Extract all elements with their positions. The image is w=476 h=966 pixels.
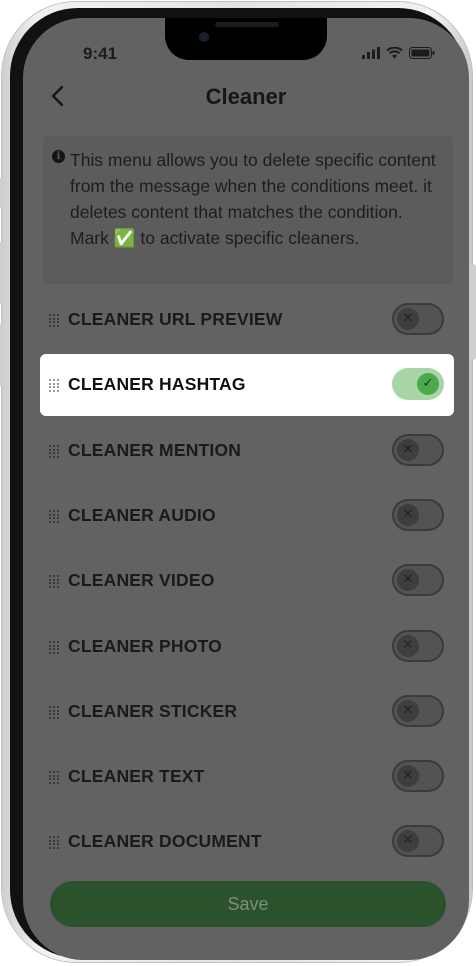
cleaner-row[interactable]: CLEANER URL PREVIEW ✕: [40, 289, 454, 351]
cleaner-toggle[interactable]: ✕: [392, 695, 444, 727]
cleaner-row[interactable]: CLEANER STICKER ✕: [40, 681, 454, 743]
drag-handle-icon[interactable]: [49, 575, 60, 588]
cellular-signal-icon: [362, 47, 380, 59]
close-icon: ✕: [397, 308, 419, 330]
cleaner-label: CLEANER URL PREVIEW: [68, 309, 283, 329]
drag-handle-icon[interactable]: [49, 379, 60, 392]
volume-up-button: [0, 242, 4, 304]
drag-handle-icon[interactable]: [49, 771, 60, 784]
cleaner-row[interactable]: CLEANER DOCUMENT ✕: [40, 811, 454, 873]
cleaner-label: CLEANER VIDEO: [68, 570, 215, 590]
close-icon: ✕: [397, 439, 419, 461]
cleaner-toggle[interactable]: ✕: [392, 825, 444, 857]
cleaner-label: CLEANER DOCUMENT: [68, 831, 262, 851]
status-icons: [362, 47, 435, 59]
cleaner-toggle[interactable]: ✓: [392, 368, 444, 400]
navigation-bar: Cleaner: [23, 76, 469, 116]
status-time: 9:41: [83, 44, 118, 63]
cleaner-toggle[interactable]: ✕: [392, 630, 444, 662]
cleaner-toggle[interactable]: ✕: [392, 303, 444, 335]
cleaner-row[interactable]: CLEANER AUDIO ✕: [40, 485, 454, 547]
close-icon: ✕: [397, 504, 419, 526]
cleaner-row[interactable]: CLEANER MENTION ✕: [40, 420, 454, 482]
phone-frame: 9:41 Cleaner i This menu allows you to d…: [0, 2, 476, 962]
cleaner-label: CLEANER TEXT: [68, 766, 205, 786]
cleaner-row[interactable]: CLEANER HASHTAG ✓: [40, 354, 454, 416]
close-icon: ✕: [397, 700, 419, 722]
cleaner-row[interactable]: CLEANER PHOTO ✕: [40, 616, 454, 678]
screen: 9:41 Cleaner i This menu allows you to d…: [23, 18, 469, 960]
page-title: Cleaner: [205, 84, 287, 109]
cleaner-toggle[interactable]: ✕: [392, 499, 444, 531]
cleaner-label: CLEANER AUDIO: [68, 505, 216, 525]
battery-icon: [409, 47, 435, 59]
drag-handle-icon[interactable]: [49, 510, 60, 523]
close-icon: ✕: [397, 635, 419, 657]
cleaner-toggle[interactable]: ✕: [392, 564, 444, 596]
volume-down-button: [0, 324, 4, 386]
drag-handle-icon[interactable]: [49, 641, 60, 654]
cleaner-row[interactable]: CLEANER VIDEO ✕: [40, 550, 454, 612]
cleaner-label: CLEANER HASHTAG: [68, 374, 246, 394]
cleaner-label: CLEANER MENTION: [68, 440, 242, 460]
cleaner-row[interactable]: CLEANER TEXT ✕: [40, 746, 454, 808]
cleaner-toggle[interactable]: ✕: [392, 434, 444, 466]
close-icon: ✕: [397, 830, 419, 852]
speaker-grille: [215, 22, 279, 27]
cleaner-toggle[interactable]: ✕: [392, 760, 444, 792]
mute-switch: [0, 178, 4, 208]
close-icon: ✕: [397, 765, 419, 787]
notch: [165, 18, 327, 60]
cleaner-label: CLEANER STICKER: [68, 701, 238, 721]
close-icon: ✕: [397, 569, 419, 591]
drag-handle-icon[interactable]: [49, 445, 60, 458]
info-icon: i: [52, 150, 65, 163]
power-button: [470, 264, 476, 360]
check-icon: ✓: [417, 373, 439, 395]
drag-handle-icon[interactable]: [49, 706, 60, 719]
cleaner-label: CLEANER PHOTO: [68, 636, 222, 656]
front-camera-icon: [199, 32, 209, 42]
drag-handle-icon[interactable]: [49, 836, 60, 849]
bezel: 9:41 Cleaner i This menu allows you to d…: [10, 8, 469, 960]
drag-handle-icon[interactable]: [49, 314, 60, 327]
info-box: i This menu allows you to delete specifi…: [43, 136, 453, 284]
wifi-icon: [386, 47, 403, 59]
save-button[interactable]: Save: [50, 881, 446, 927]
info-text: This menu allows you to delete specific …: [70, 150, 436, 248]
